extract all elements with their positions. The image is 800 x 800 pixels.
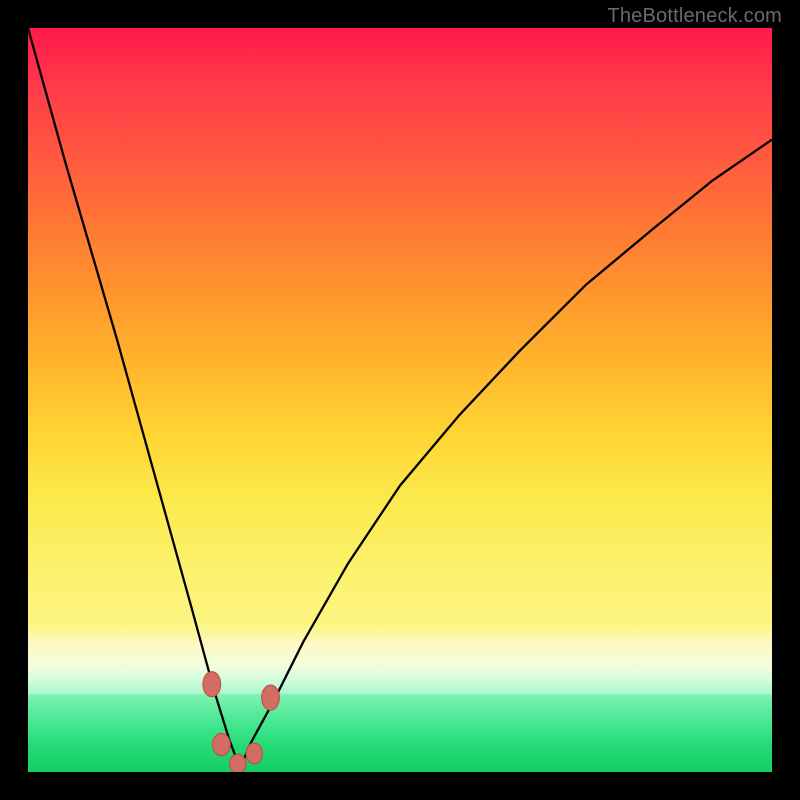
attribution-text: TheBottleneck.com bbox=[607, 5, 782, 28]
curve-svg bbox=[28, 28, 772, 772]
curve-path bbox=[28, 28, 772, 768]
curve-marker bbox=[230, 754, 246, 772]
curve-marker bbox=[203, 672, 221, 697]
marker-group bbox=[203, 672, 280, 772]
curve-marker bbox=[213, 733, 231, 755]
curve-marker bbox=[262, 685, 280, 710]
plot-area bbox=[28, 28, 772, 772]
plot-frame: TheBottleneck.com bbox=[0, 0, 800, 800]
curve-marker bbox=[246, 743, 262, 764]
